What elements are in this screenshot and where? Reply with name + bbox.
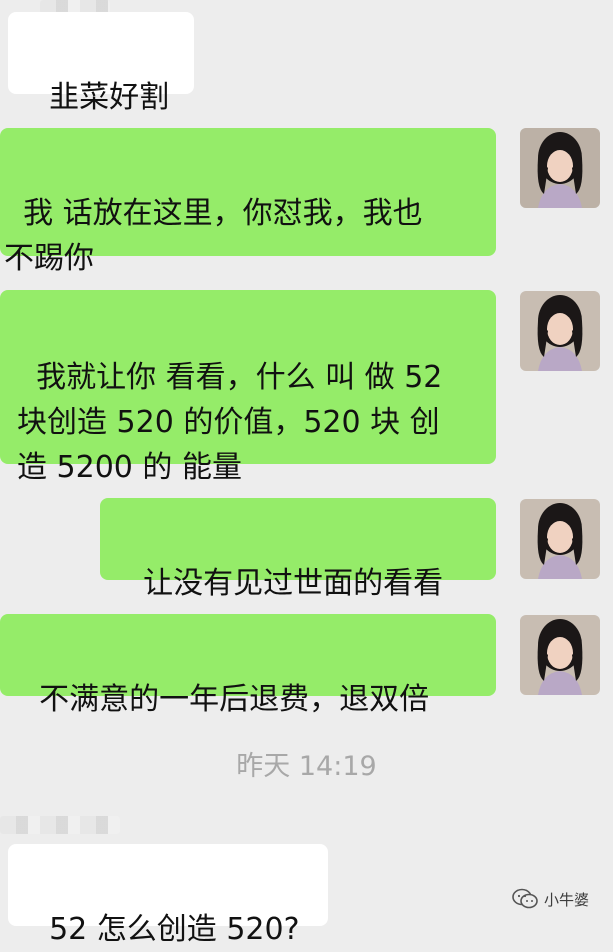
watermark-text: 小牛婆: [544, 890, 590, 909]
message-text: 52 怎么创造 520?: [49, 912, 300, 947]
wechat-channel-icon: [512, 888, 538, 909]
message-bubble-outgoing[interactable]: 让没有见过世面的看看: [100, 498, 496, 601]
user-avatar[interactable]: [520, 128, 600, 208]
message-bubble-outgoing[interactable]: 我就让你 看看，什么 叫 做 52 块创造 520 的价值，520 块 创 造 …: [0, 290, 496, 485]
chat-timestamp: 昨天 14:19: [236, 751, 377, 782]
user-avatar[interactable]: [520, 615, 600, 695]
user-avatar[interactable]: [520, 499, 600, 579]
message-bubble-incoming[interactable]: 52 怎么创造 520?: [8, 844, 328, 947]
message-text: 不满意的一年后退费，退双倍: [39, 682, 430, 717]
avatar-image: [520, 128, 600, 208]
message-bubble-incoming[interactable]: 韭菜好割: [8, 12, 194, 115]
message-text: 韭菜好割: [49, 80, 170, 115]
message-text: 我就让你 看看，什么 叫 做 52 块创造 520 的价值，520 块 创 造 …: [17, 360, 443, 485]
avatar-image: [520, 291, 600, 371]
avatar-image: [520, 499, 600, 579]
message-bubble-outgoing[interactable]: 不满意的一年后退费，退双倍: [0, 614, 496, 717]
message-text: 让没有见过世面的看看: [143, 566, 444, 601]
message-bubble-outgoing[interactable]: 我 话放在这里，你怼我，我也 不踢你: [0, 128, 496, 276]
blurred-sender-name: [0, 816, 120, 834]
avatar-image: [520, 615, 600, 695]
user-avatar[interactable]: [520, 291, 600, 371]
watermark: 小牛婆: [512, 888, 589, 910]
message-text: 我 话放在这里，你怼我，我也 不踢你: [4, 196, 423, 276]
